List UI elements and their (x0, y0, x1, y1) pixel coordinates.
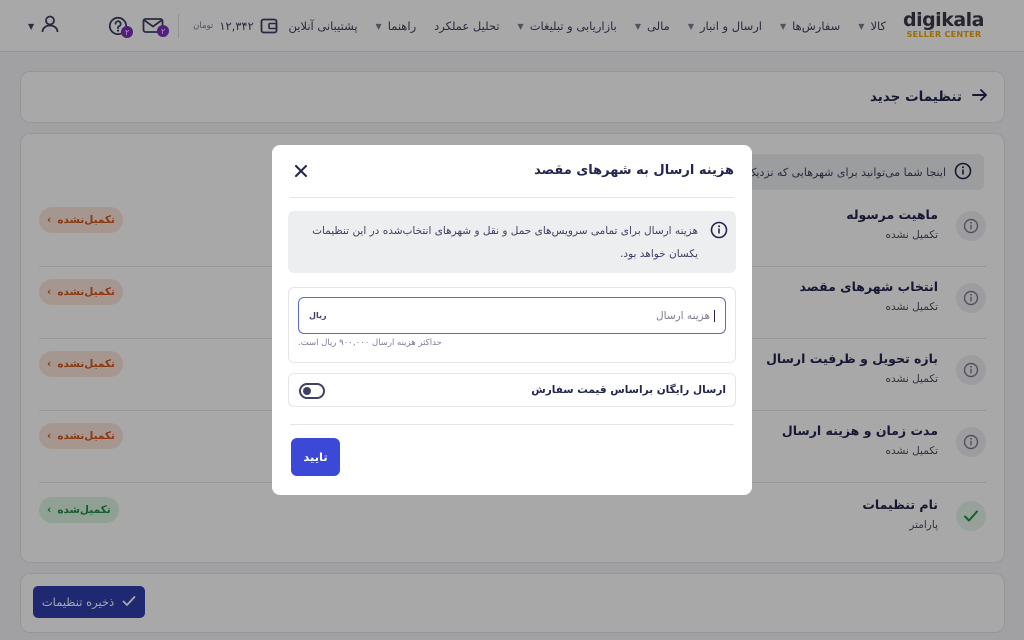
modal-title: هزینه ارسال به شهرهای مقصد (534, 163, 734, 178)
divider (290, 424, 734, 425)
free-shipping-row: ارسال رایگان براساس قیمت سفارش (288, 373, 736, 407)
info-icon (710, 221, 728, 243)
currency-label: ریال (309, 311, 327, 320)
free-shipping-toggle[interactable] (299, 383, 325, 399)
notice-text: هزینه ارسال برای تمامی سرویس‌های حمل و ن… (312, 225, 698, 260)
toggle-knob (303, 387, 311, 395)
close-button[interactable] (292, 162, 310, 180)
shipping-price-input[interactable] (334, 309, 715, 322)
shipping-price-group: ریال حداکثر هزینه ارسال ۹۰۰,۰۰۰ ریال است… (288, 287, 736, 363)
divider (290, 197, 734, 198)
shipping-cost-modal: هزینه ارسال به شهرهای مقصد هزینه ارسال ب… (272, 145, 752, 495)
close-icon (295, 165, 307, 177)
shipping-price-field[interactable]: ریال (298, 297, 726, 334)
notice-box: هزینه ارسال برای تمامی سرویس‌های حمل و ن… (288, 211, 736, 273)
confirm-button[interactable]: تایید (291, 438, 340, 476)
free-shipping-label: ارسال رایگان براساس قیمت سفارش (531, 384, 726, 396)
price-hint: حداکثر هزینه ارسال ۹۰۰,۰۰۰ ریال است. (298, 338, 442, 348)
